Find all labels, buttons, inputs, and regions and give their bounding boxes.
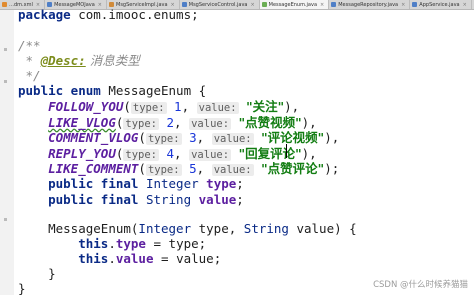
enum-constant-name: LIKE_COMMENT: [48, 161, 139, 176]
doc-open-line: /**: [18, 38, 41, 53]
code-editor[interactable]: package com.imooc.enums; /** * @Desc: 消息…: [18, 7, 474, 296]
constructor-param1-name: type,: [191, 221, 244, 236]
value-string: "回复评论": [238, 145, 302, 161]
field-value-name: value: [198, 192, 237, 207]
value-string: "点赞视频": [238, 114, 302, 130]
enum-name: MessageEnum {: [100, 83, 207, 98]
doc-star: *: [18, 53, 41, 68]
assign-type-rest: = type;: [145, 236, 207, 251]
assign-type-line: this.type = type;: [78, 236, 207, 251]
type-param-hint: type:: [123, 117, 159, 130]
field-type-name: type: [206, 176, 237, 191]
constant-end: ),: [301, 145, 317, 161]
enum-constant-name: LIKE_VLOG: [48, 114, 116, 130]
this-keyword: this: [78, 236, 109, 251]
package-name: com.imooc.enums;: [70, 7, 199, 22]
type-number: 3: [189, 130, 197, 145]
enum-constant-line: COMMENT_VLOG(type: 3, value: "评论视频"),: [48, 130, 340, 145]
doc-comment-close: */: [18, 68, 41, 83]
fold-marker[interactable]: [4, 218, 7, 221]
java-file-icon: [2, 2, 7, 7]
enum-keywords: public enum: [18, 83, 101, 98]
type-number: 5: [189, 161, 197, 176]
type-param-hint: type:: [145, 164, 182, 176]
package-line: package com.imooc.enums;: [18, 7, 199, 22]
this-keyword: this: [78, 251, 109, 266]
constructor-param2-type: String: [243, 221, 289, 236]
type-param-hint: type:: [123, 148, 159, 161]
type-number: 2: [166, 114, 175, 130]
doc-comment-open: /**: [18, 38, 41, 53]
value-string: "点赞评论": [261, 161, 325, 176]
doc-tag: @Desc:: [40, 53, 86, 68]
constructor-param1-type: Integer: [138, 221, 192, 236]
value-param-hint: value:: [189, 117, 232, 130]
enum-constant-line: FOLLOW_YOU(type: 1, value: "关注"),: [48, 99, 300, 114]
value-param-hint: value:: [211, 164, 254, 176]
assign-value-rest: = value;: [153, 251, 222, 266]
type-param-hint: type:: [145, 133, 182, 145]
value-param-hint: value:: [189, 148, 232, 161]
constant-end: ),: [301, 114, 317, 130]
assign-type-field: type: [115, 236, 146, 251]
value-param-hint: value:: [211, 133, 254, 145]
enum-constant-name: COMMENT_VLOG: [48, 130, 139, 145]
doc-desc-line: * @Desc: 消息类型: [18, 53, 140, 68]
field-value-line: public final String value;: [48, 192, 244, 207]
constant-end: ),: [324, 130, 340, 145]
field-value-modifiers: public final: [48, 192, 139, 207]
value-string: "关注": [246, 99, 285, 114]
value-param-hint: value:: [196, 102, 239, 114]
constructor-name: MessageEnum(: [48, 221, 139, 236]
field-type-line: public final Integer type;: [48, 176, 244, 191]
enum-constant-name: REPLY_YOU: [48, 145, 116, 161]
csdn-watermark: CSDN @什么时候养猫猫: [373, 280, 468, 290]
assign-value-line: this.value = value;: [78, 251, 222, 266]
doc-close-line: */: [18, 68, 41, 83]
field-type-class: Integer: [138, 176, 199, 191]
field-type-modifiers: public final: [48, 176, 139, 191]
fold-marker[interactable]: [4, 80, 7, 83]
package-keyword: package: [18, 7, 71, 22]
line-gutter: [0, 10, 14, 295]
constructor-close-brace: }: [48, 266, 56, 281]
constant-end: ),: [284, 99, 300, 114]
constructor-line: MessageEnum(Integer type, String value) …: [18, 221, 357, 236]
text-caret: [286, 144, 287, 158]
enum-constant-line: LIKE_VLOG(type: 2, value: "点赞视频"),: [48, 114, 317, 130]
enum-declaration-line: public enum MessageEnum {: [18, 83, 206, 98]
type-number: 1: [174, 99, 182, 114]
assign-value-field: value: [115, 251, 154, 266]
constant-end: );: [324, 161, 340, 176]
constructor-param2-name: value) {: [288, 221, 357, 236]
doc-text: 消息类型: [85, 53, 140, 68]
fold-marker[interactable]: [4, 48, 7, 51]
value-string: "评论视频": [261, 130, 325, 145]
constructor-close-line: }: [18, 266, 56, 281]
enum-close-brace: }: [18, 281, 26, 296]
enum-close-line: }: [18, 281, 26, 296]
enum-constant-line: REPLY_YOU(type: 4, value: "回复评论"),: [48, 145, 317, 161]
enum-constant-name: FOLLOW_YOU: [48, 99, 124, 114]
field-value-class: String: [138, 192, 192, 207]
type-param-hint: type:: [130, 102, 167, 114]
type-number: 4: [166, 145, 175, 161]
enum-constant-line: LIKE_COMMENT(type: 5, value: "点赞评论");: [48, 161, 340, 176]
